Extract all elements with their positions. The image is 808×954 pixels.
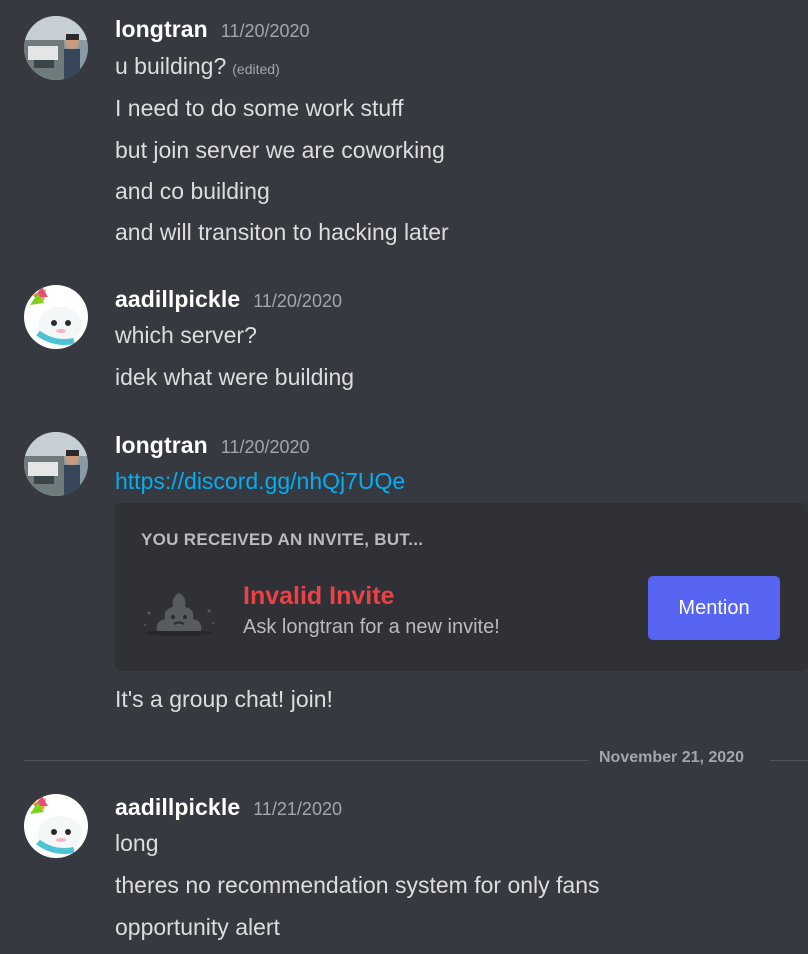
embed-subtitle: Ask longtran for a new invite!: [243, 616, 500, 638]
message-group: longtran 11/20/2020 u building? (edited) …: [0, 0, 808, 260]
invite-embed: YOU RECEIVED AN INVITE, BUT... Invalid I…: [115, 503, 808, 671]
username[interactable]: aadillpickle: [115, 794, 240, 821]
timestamp: 11/20/2020: [220, 437, 310, 457]
message-line: idek what were building: [115, 364, 355, 390]
message-line: u building? (edited): [115, 53, 280, 80]
message-line: I need to do some work stuff: [115, 95, 404, 121]
username[interactable]: aadillpickle: [115, 286, 240, 313]
message-line: which server?: [115, 322, 257, 348]
timestamp: 11/21/2020: [253, 799, 342, 819]
divider-line-right: [770, 760, 808, 761]
date-divider-label: November 21, 2020: [599, 749, 744, 767]
avatar[interactable]: [24, 16, 88, 80]
message-line: long: [115, 830, 159, 856]
message-line: and will transiton to hacking later: [115, 219, 449, 245]
photo-avatar-icon: [24, 16, 88, 80]
poop-icon: [139, 585, 219, 637]
date-divider: November 21, 2020: [24, 749, 808, 767]
unicorn-avatar-icon: [24, 285, 88, 349]
message-text: u building?: [115, 53, 227, 79]
mention-button[interactable]: Mention: [648, 576, 780, 640]
message-line: opportunity alert: [115, 914, 280, 940]
message-line: and co building: [115, 178, 270, 204]
divider-line-left: [24, 760, 589, 761]
message-line: but join server we are coworking: [115, 137, 445, 163]
unicorn-avatar-icon: [24, 794, 88, 858]
username[interactable]: longtran: [115, 432, 208, 459]
username[interactable]: longtran: [115, 16, 208, 43]
avatar[interactable]: [24, 794, 88, 858]
avatar[interactable]: [24, 432, 88, 496]
embed-title: Invalid Invite: [243, 582, 395, 610]
photo-avatar-icon: [24, 432, 88, 496]
edited-label: (edited): [232, 61, 280, 77]
chat-messages: longtran 11/20/2020 u building? (edited) …: [0, 0, 808, 954]
message-line: theres no recommendation system for only…: [115, 872, 600, 898]
message-line: It's a group chat! join!: [115, 686, 333, 712]
invite-link[interactable]: https://discord.gg/nhQj7UQe: [115, 468, 405, 495]
embed-header: YOU RECEIVED AN INVITE, BUT...: [141, 530, 424, 549]
timestamp: 11/20/2020: [220, 21, 310, 41]
timestamp: 11/20/2020: [253, 291, 342, 311]
avatar[interactable]: [24, 285, 88, 349]
